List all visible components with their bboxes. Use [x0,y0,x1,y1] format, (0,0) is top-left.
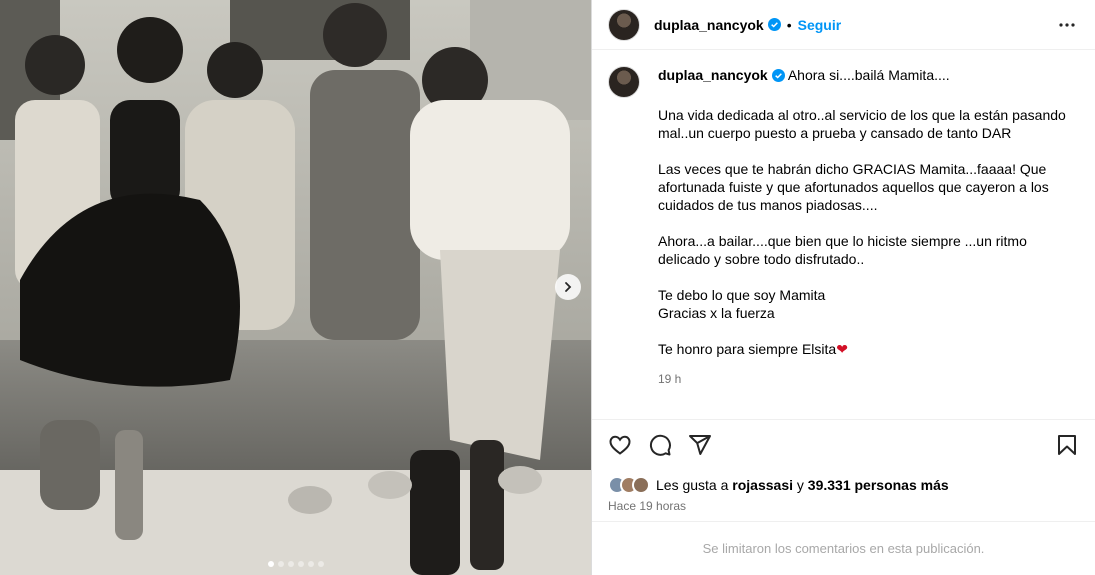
likes-row: Les gusta a rojassasi y 39.331 personas … [592,469,1095,495]
caption-line: mal..un cuerpo puesto a prueba y cansado… [658,125,1012,141]
comment-icon[interactable] [648,433,672,457]
vintage-photo [0,0,591,575]
heart-emoji: ❤ [836,341,848,357]
author-username[interactable]: duplaa_nancyok [654,17,764,33]
caption-paragraph: Las veces que te habrán dicho GRACIAS Ma… [658,160,1068,214]
follow-button[interactable]: Seguir [798,17,842,33]
caption-line: Una vida dedicada al otro..al servicio d… [658,107,1066,123]
next-image-button[interactable] [555,274,581,300]
caption-paragraph: Ahora...a bailar....que bien que lo hici… [658,232,1068,268]
caption-line: Gracias x la fuerza [658,305,775,321]
comments-section: duplaa_nancyok Ahora si....bailá Mamita.… [592,50,1095,419]
action-bar [592,419,1095,469]
caption-line: Ahora...a bailar....que bien que lo hici… [658,233,1027,249]
like-icon[interactable] [608,433,632,457]
caption-paragraph: Una vida dedicada al otro..al servicio d… [658,106,1068,142]
caption-avatar[interactable] [608,66,640,98]
carousel-dot [317,561,324,567]
likes-middle: y [796,477,804,493]
carousel-dot [287,561,294,567]
caption-paragraph: Te honro para siempre Elsita❤ [658,340,1068,358]
post-header: duplaa_nancyok • Seguir [592,0,1095,50]
post-panel: duplaa_nancyok • Seguir duplaa_nancyok A… [591,0,1095,575]
caption-paragraph: Te debo lo que soy Mamita Gracias x la fu… [658,286,1068,322]
post-timestamp[interactable]: Hace 19 horas [592,495,1095,521]
likes-prefix: Les gusta a [656,477,729,493]
caption-timestamp[interactable]: 19 h [658,370,1068,388]
caption-body: duplaa_nancyok Ahora si....bailá Mamita.… [658,66,1068,388]
more-options-icon[interactable] [1055,13,1079,37]
post-image[interactable] [0,0,591,575]
caption-line: delicado y sobre todo disfrutado.. [658,251,865,267]
share-icon[interactable] [688,433,712,457]
avatar [632,476,650,494]
verified-icon [767,18,781,31]
verified-icon [771,69,785,82]
caption: duplaa_nancyok Ahora si....bailá Mamita.… [608,66,1079,388]
comments-limited-notice: Se limitaron los comentarios en esta pub… [592,521,1095,575]
liker-username[interactable]: rojassasi [732,477,793,493]
carousel-dots [0,561,591,567]
liker-avatars[interactable] [608,476,650,494]
caption-first-line: Ahora si....bailá Mamita.... [787,67,950,83]
author-avatar[interactable] [608,8,640,41]
carousel-dot [267,561,274,567]
caption-line: Te honro para siempre Elsita [658,341,837,357]
carousel-dot [277,561,284,567]
caption-line: afortunada fuiste y que afortunados aque… [658,179,1049,195]
caption-line: cuidados de tus manos piadosas.... [658,197,878,213]
carousel-dot [297,561,304,567]
likes-text: Les gusta a rojassasi y 39.331 personas … [656,477,949,493]
save-icon[interactable] [1055,433,1079,457]
separator-dot: • [786,16,792,33]
caption-username[interactable]: duplaa_nancyok [658,67,768,83]
chevron-right-icon [565,282,572,292]
caption-line: Te debo lo que soy Mamita [658,287,826,303]
likes-count[interactable]: 39.331 personas más [808,477,949,493]
carousel-dot [307,561,314,567]
caption-line: Las veces que te habrán dicho GRACIAS Ma… [658,161,1047,177]
